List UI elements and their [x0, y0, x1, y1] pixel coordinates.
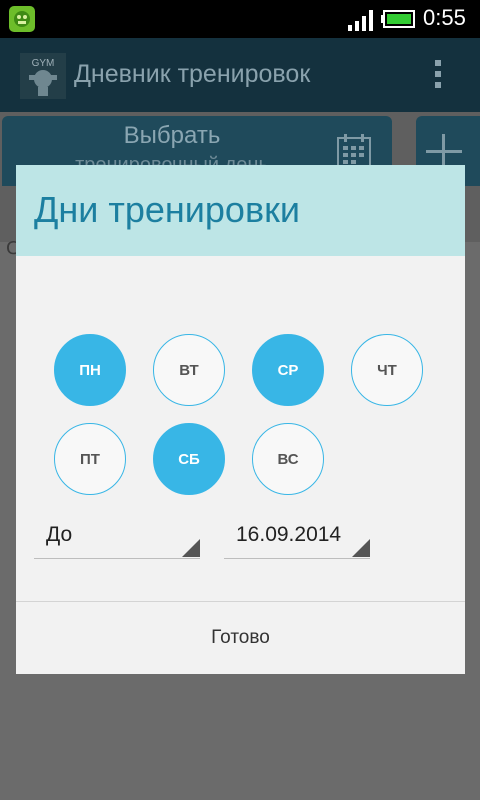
- logo-text: GYM: [32, 58, 55, 69]
- dropdown-arrow-icon: [352, 539, 370, 557]
- date-spinner-value: 16.09.2014: [236, 523, 342, 546]
- done-button[interactable]: Готово: [16, 602, 465, 674]
- overflow-menu-icon[interactable]: [428, 56, 448, 96]
- status-bar: 0:55: [0, 0, 480, 38]
- battery-charging-icon: [381, 10, 415, 28]
- status-clock: 0:55: [423, 5, 466, 30]
- day-toggle-sun[interactable]: ВС: [252, 423, 324, 495]
- day-toggle-thu[interactable]: ЧТ: [351, 334, 423, 406]
- until-spinner-value: До: [46, 523, 73, 546]
- until-spinner[interactable]: До: [34, 516, 200, 559]
- action-bar: GYM Дневник тренировок: [0, 38, 480, 112]
- app-notification-icon: [9, 6, 35, 32]
- day-toggle-sat[interactable]: СБ: [153, 423, 225, 495]
- signal-bars-icon: [348, 10, 373, 31]
- dialog-title: Дни тренировки: [34, 189, 300, 230]
- date-spinner[interactable]: 16.09.2014: [224, 516, 370, 559]
- training-days-dialog: Дни тренировки ПН ВТ СР ЧТ ПТ СБ ВС До 1…: [16, 165, 465, 674]
- dropdown-arrow-icon: [182, 539, 200, 557]
- app-title: Дневник тренировок: [74, 60, 311, 88]
- day-toggle-fri[interactable]: ПТ: [54, 423, 126, 495]
- day-toggle-mon[interactable]: ПН: [54, 334, 126, 406]
- day-toggle-wed[interactable]: СР: [252, 334, 324, 406]
- gym-logo-icon[interactable]: GYM: [20, 53, 66, 99]
- dialog-header: Дни тренировки: [16, 165, 465, 256]
- day-toggle-tue[interactable]: ВТ: [153, 334, 225, 406]
- select-button-label: Выбрать: [123, 122, 221, 149]
